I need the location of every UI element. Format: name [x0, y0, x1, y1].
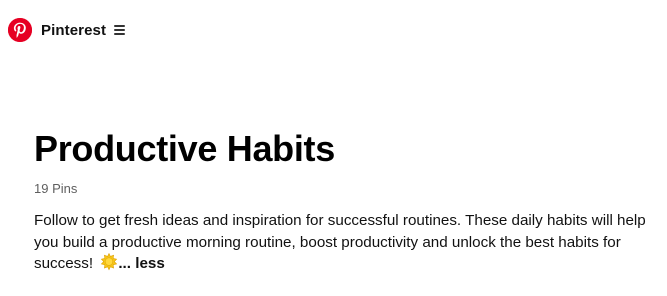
hamburger-menu-icon[interactable] [114, 23, 126, 37]
board-title: Productive Habits [34, 128, 335, 169]
less-link[interactable]: less [135, 255, 165, 272]
sun-emoji-icon [101, 253, 118, 271]
pinterest-logo-icon[interactable] [8, 18, 32, 42]
board-description: Follow to get fresh ideas and inspiratio… [34, 210, 649, 275]
pin-count: 19 Pins [34, 181, 78, 196]
header: Pinterest [8, 16, 126, 44]
ellipsis: ... [118, 255, 131, 272]
brand-name[interactable]: Pinterest [41, 22, 106, 39]
